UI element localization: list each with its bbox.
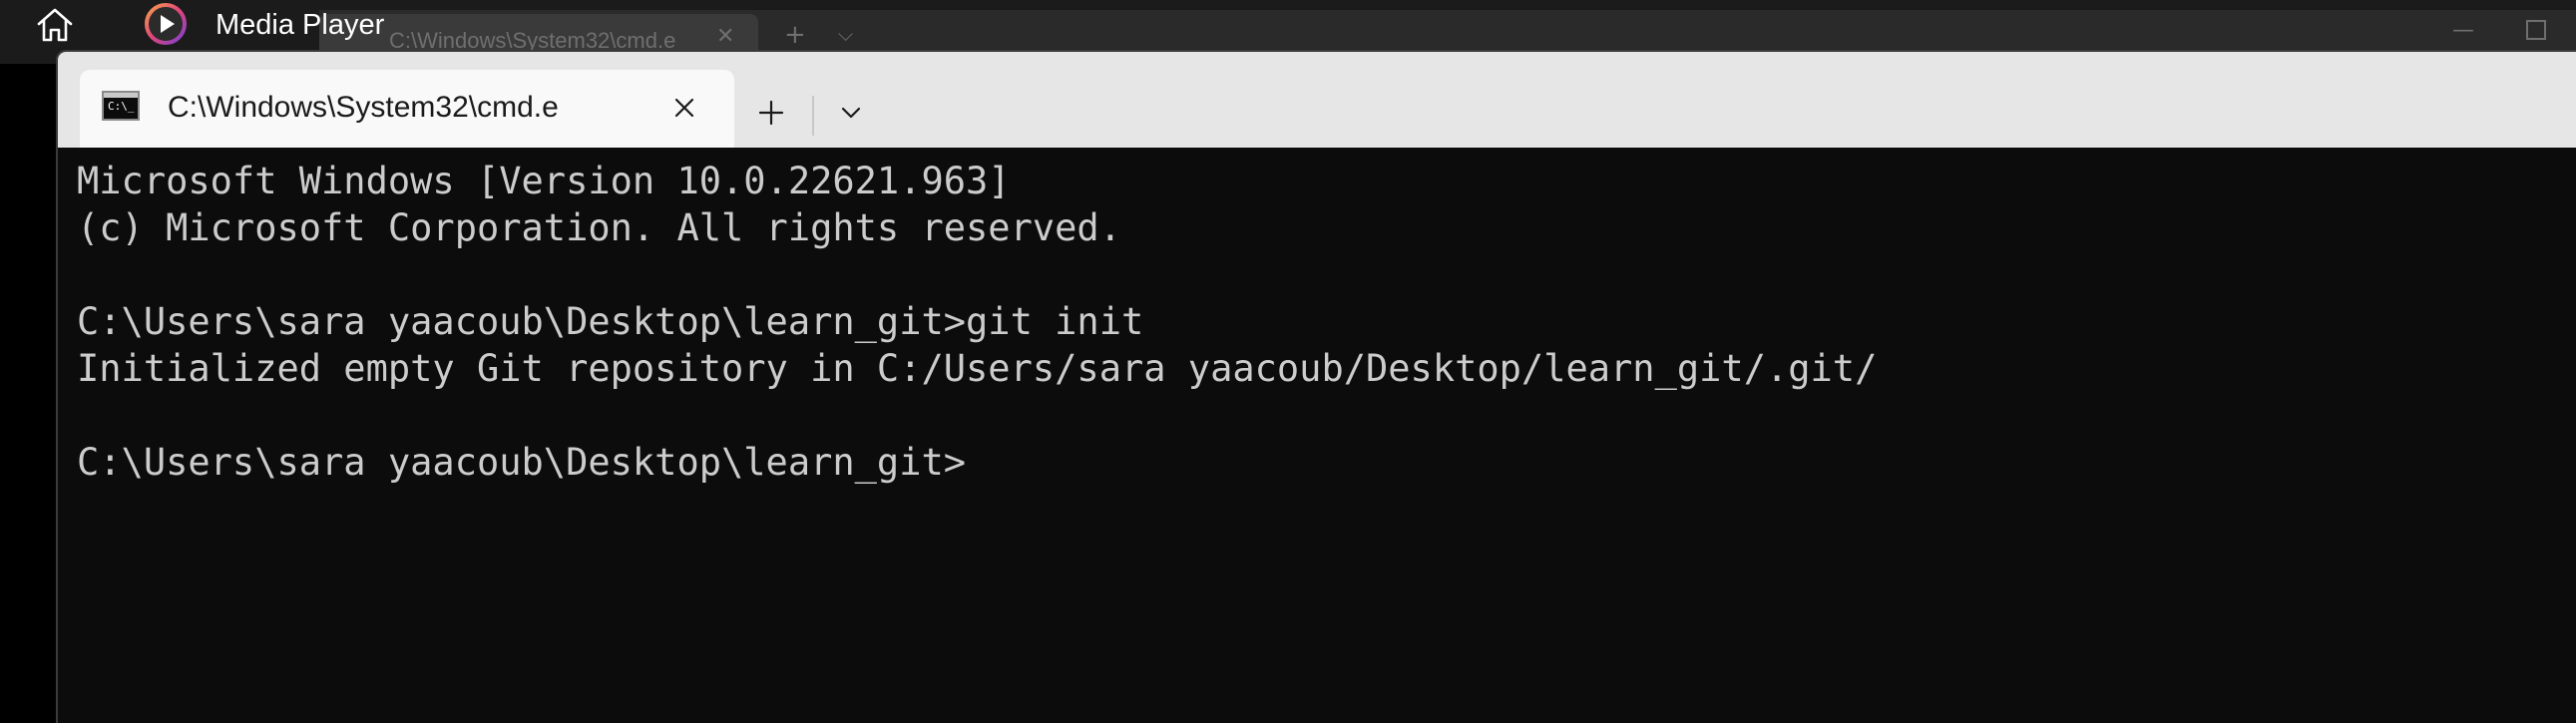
tab-close-button[interactable] xyxy=(664,88,704,128)
media-player-title: Media Player xyxy=(215,9,385,41)
terminal-line-prompt[interactable]: C:\Users\sara yaacoub\Desktop\learn_git> xyxy=(77,439,966,486)
tab-separator xyxy=(812,96,814,136)
media-player-icon[interactable] xyxy=(144,2,188,46)
terminal-line-output: Initialized empty Git repository in C:/U… xyxy=(77,347,1878,390)
background-dropdown-icon[interactable]: ⌵ xyxy=(838,22,853,46)
terminal-window: C:\_ C:\Windows\System32\cmd.e Microsoft… xyxy=(56,50,2576,723)
cmd-icon-titlebar xyxy=(104,93,138,98)
home-icon[interactable] xyxy=(34,4,76,46)
background-minimize-icon[interactable]: — xyxy=(2452,18,2474,43)
tab-cmd[interactable]: C:\_ C:\Windows\System32\cmd.e xyxy=(80,70,734,148)
tab-label: C:\Windows\System32\cmd.e xyxy=(168,91,559,124)
cmd-icon-prompt: C:\_ xyxy=(108,100,135,113)
tab-bar: C:\_ C:\Windows\System32\cmd.e xyxy=(58,52,2576,148)
terminal-line-copyright: (c) Microsoft Corporation. All rights re… xyxy=(77,206,1121,249)
terminal-line-command: C:\Users\sara yaacoub\Desktop\learn_git>… xyxy=(77,300,1144,343)
background-maximize-icon[interactable] xyxy=(2526,20,2546,40)
background-tab-close-icon[interactable]: ✕ xyxy=(716,24,734,49)
desktop-screen: C:\Windows\System32\cmd.e ✕ + ⌵ — Media … xyxy=(0,0,2576,723)
cmd-icon: C:\_ xyxy=(102,91,140,121)
terminal-output[interactable]: Microsoft Windows [Version 10.0.22621.96… xyxy=(58,148,2576,723)
profile-dropdown-button[interactable] xyxy=(826,88,876,138)
chevron-down-icon xyxy=(841,107,861,119)
new-tab-button[interactable] xyxy=(746,88,796,138)
background-new-tab-icon[interactable]: + xyxy=(784,20,806,50)
plus-icon xyxy=(758,100,784,126)
close-icon xyxy=(674,98,694,118)
terminal-line-version: Microsoft Windows [Version 10.0.22621.96… xyxy=(77,160,1011,202)
